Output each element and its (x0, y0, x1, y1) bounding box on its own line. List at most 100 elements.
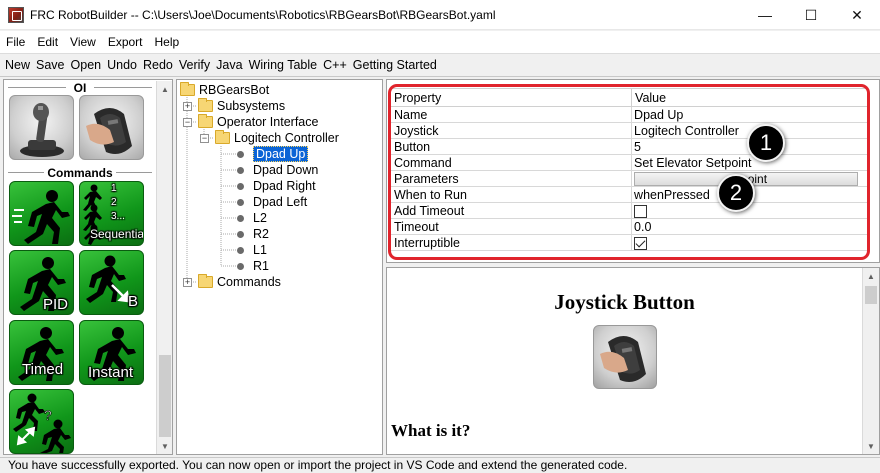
tree-item-r2[interactable]: R2 (237, 226, 269, 242)
palette-sequential-command-tile[interactable]: 1 2 3... Sequentia (79, 181, 144, 246)
getting-started-button[interactable]: Getting Started (350, 58, 440, 72)
tree-item-root[interactable]: RBGearsBot (180, 82, 269, 98)
property-label: Command (389, 154, 633, 171)
joystick-icon (20, 103, 64, 157)
maximize-icon: ☐ (804, 6, 818, 23)
expand-icon[interactable]: + (183, 102, 192, 111)
button-node-icon (237, 198, 244, 206)
palette-joystick-tile[interactable] (9, 95, 74, 160)
command-value[interactable]: Set Elevator Setpoint (631, 154, 868, 171)
menu-export[interactable]: Export (102, 35, 149, 49)
sequential-label: Sequentia (90, 227, 144, 241)
redo-button[interactable]: Redo (140, 58, 176, 72)
project-tree: RBGearsBot + Subsystems − Operator Inter… (176, 79, 383, 455)
tree-item-l1[interactable]: L1 (237, 242, 267, 258)
property-row-name[interactable]: Name Dpad Up (389, 106, 868, 123)
scroll-down-icon[interactable]: ▼ (157, 438, 172, 454)
property-label: Interruptible (389, 234, 633, 251)
help-scrollbar[interactable]: ▲ ▼ (862, 268, 879, 454)
wiring-table-button[interactable]: Wiring Table (246, 58, 321, 72)
tree-item-operator-interface[interactable]: Operator Interface (198, 114, 318, 130)
timeout-value[interactable]: 0.0 (631, 218, 868, 235)
tree-item-r1[interactable]: R1 (237, 258, 269, 274)
sequence-step-1: 1 (111, 183, 117, 194)
scroll-up-icon[interactable]: ▲ (863, 268, 879, 284)
b-label: B (128, 293, 139, 310)
tree-item-dpad-left[interactable]: Dpad Left (237, 194, 307, 210)
properties-table: Property Value Name Dpad Up Joystick Log… (389, 88, 868, 251)
property-column-header: Property (389, 88, 633, 107)
java-export-button[interactable]: Java (213, 58, 245, 72)
tree-item-commands[interactable]: Commands (198, 274, 281, 290)
sequence-step-3: 3... (111, 211, 125, 222)
palette-pid-command-tile[interactable]: PID (9, 250, 74, 315)
tree-item-subsystems[interactable]: Subsystems (198, 98, 285, 114)
menu-help[interactable]: Help (149, 35, 186, 49)
minimize-button[interactable]: — (742, 0, 788, 30)
property-row-interruptible[interactable]: Interruptible (389, 234, 868, 251)
tree-item-l2[interactable]: L2 (237, 210, 267, 226)
property-row-command[interactable]: Command Set Elevator Setpoint (389, 154, 868, 171)
open-button[interactable]: Open (68, 58, 105, 72)
tree-item-label: L1 (253, 243, 267, 257)
tree-item-dpad-up[interactable]: Dpad Up (237, 146, 309, 162)
tree-item-dpad-down[interactable]: Dpad Down (237, 162, 318, 178)
collapse-icon[interactable]: − (183, 118, 192, 127)
cpp-export-button[interactable]: C++ (320, 58, 350, 72)
help-scroll-thumb[interactable] (865, 286, 877, 304)
property-label: Name (389, 106, 633, 123)
palette-command-tile[interactable] (9, 181, 74, 246)
tree-item-dpad-right[interactable]: Dpad Right (237, 178, 316, 194)
palette-section-oi: OI (4, 81, 156, 95)
expand-icon[interactable]: + (183, 278, 192, 287)
menu-view[interactable]: View (64, 35, 102, 49)
robotbuilder-app-icon (8, 6, 24, 23)
joystick-button-icon (86, 108, 132, 154)
property-label: Button (389, 138, 633, 155)
palette-conditional-command-tile[interactable]: ? (9, 389, 74, 454)
collapse-icon[interactable]: − (200, 134, 209, 143)
menu-file[interactable]: File (0, 35, 31, 49)
palette-command-to-b-tile[interactable]: B (79, 250, 144, 315)
tree-item-label: R1 (253, 259, 269, 273)
button-node-icon (237, 166, 244, 174)
interruptible-checkbox[interactable] (634, 236, 648, 250)
property-row-timeout[interactable]: Timeout 0.0 (389, 218, 868, 235)
menu-edit[interactable]: Edit (31, 35, 64, 49)
scroll-down-icon[interactable]: ▼ (863, 438, 879, 454)
property-row-parameters[interactable]: Parameters setpoint (389, 170, 868, 187)
palette-joystick-button-tile[interactable] (79, 95, 144, 160)
new-button[interactable]: New (2, 58, 33, 72)
scroll-up-icon[interactable]: ▲ (157, 81, 172, 97)
timed-label: Timed (22, 361, 64, 378)
svg-text:?: ? (44, 407, 52, 423)
folder-icon (215, 130, 230, 144)
button-node-icon (237, 214, 244, 222)
palette-scrollbar[interactable]: ▲ ▼ (156, 81, 172, 454)
palette-scroll-thumb[interactable] (159, 355, 171, 437)
undo-button[interactable]: Undo (104, 58, 140, 72)
save-button[interactable]: Save (33, 58, 68, 72)
palette-instant-command-tile[interactable]: Instant (79, 320, 144, 385)
window-controls: — ☐ ✕ (742, 0, 880, 30)
add-timeout-checkbox[interactable] (634, 204, 648, 218)
property-label: Timeout (389, 218, 633, 235)
verify-button[interactable]: Verify (176, 58, 213, 72)
property-row-button[interactable]: Button 5 (389, 138, 868, 155)
tree-item-logitech-controller[interactable]: Logitech Controller (215, 130, 339, 146)
palette-timed-command-tile[interactable]: Timed (9, 320, 74, 385)
property-row-add-timeout[interactable]: Add Timeout (389, 202, 868, 219)
maximize-button[interactable]: ☐ (788, 0, 834, 30)
annotation-callout-1: 1 (747, 124, 785, 162)
tree-item-label: R2 (253, 227, 269, 241)
property-row-joystick[interactable]: Joystick Logitech Controller (389, 122, 868, 139)
property-row-when-to-run[interactable]: When to Run whenPressed (389, 186, 868, 203)
property-label: Joystick (389, 122, 633, 139)
component-palette: OI Commands 1 2 3... Sequentia PID B Tim… (3, 79, 173, 455)
instant-label: Instant (88, 364, 134, 381)
close-button[interactable]: ✕ (834, 0, 880, 30)
name-value[interactable]: Dpad Up (631, 106, 868, 123)
button-node-icon (237, 150, 244, 158)
tree-item-label: Subsystems (217, 99, 286, 113)
window-title: FRC RobotBuilder -- C:\Users\Joe\Documen… (30, 7, 496, 22)
